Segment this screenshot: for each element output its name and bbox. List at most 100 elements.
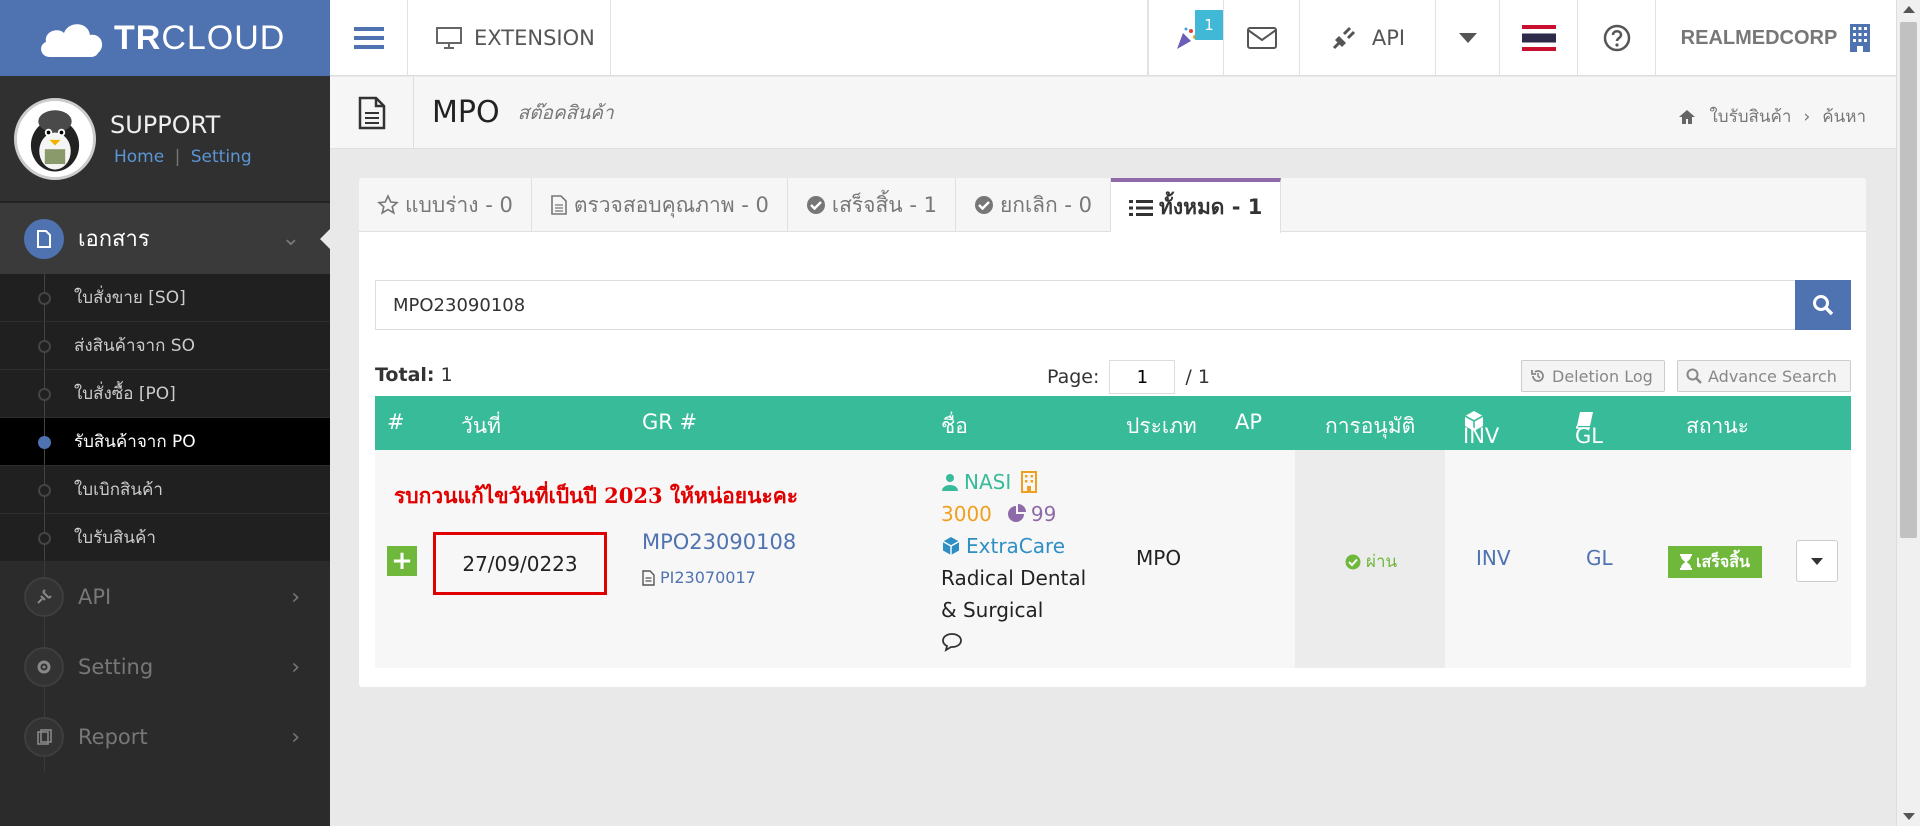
chevron-right-icon: › — [291, 654, 300, 680]
user-name: SUPPORT — [110, 110, 221, 139]
scroll-up-icon[interactable] — [1903, 6, 1915, 13]
pagination: Page: / 1 — [1047, 360, 1210, 394]
dropdown-button[interactable] — [1436, 0, 1500, 76]
advance-search-button[interactable]: Advance Search — [1677, 360, 1851, 392]
tab-cancelled[interactable]: ยกเลิก - 0 — [956, 178, 1112, 232]
annotation-note: รบกวนแก้ไขวันที่เป็นปี 2023 ให้หน่อยนะคะ — [394, 483, 799, 508]
home-icon[interactable] — [1678, 109, 1696, 125]
search-icon — [1813, 295, 1834, 316]
extension-label: EXTENSION — [474, 26, 595, 50]
tab-draft[interactable]: แบบร่าง - 0 — [359, 178, 532, 232]
gr-number-link[interactable]: MPO23090108 — [642, 530, 796, 554]
search-button[interactable] — [1795, 280, 1851, 330]
notification-badge: 1 — [1195, 10, 1223, 40]
monitor-icon — [436, 27, 462, 49]
results-table: # วันที่ GR # ชื่อ ประเภท AP การอนุมัติ … — [375, 396, 1851, 668]
page-title: MPO — [432, 95, 500, 130]
page-input[interactable] — [1109, 360, 1176, 394]
col-gr[interactable]: GR # — [642, 410, 697, 434]
api-label: API — [1371, 26, 1406, 50]
supplier-code[interactable]: NASI — [964, 470, 1011, 494]
page-scrollbar[interactable] — [1896, 0, 1920, 826]
history-icon — [1531, 370, 1544, 382]
status-tabs: แบบร่าง - 0 ตรวจสอบคุณภาพ - 0 เสร็จสิ้น … — [359, 178, 1866, 233]
inv-link[interactable]: INV — [1476, 546, 1511, 570]
pi-number-link[interactable]: PI23070017 — [642, 568, 756, 587]
supplier-name: Radical Dental & Surgical — [941, 566, 1087, 622]
scroll-down-icon[interactable] — [1903, 813, 1915, 820]
search-input[interactable] — [375, 280, 1795, 330]
thai-flag-icon — [1521, 25, 1556, 51]
building-icon — [1021, 471, 1038, 493]
comment-icon[interactable] — [941, 632, 963, 652]
notification-button[interactable]: 1 — [1148, 0, 1224, 76]
help-button[interactable] — [1578, 0, 1656, 76]
approval-status: ผ่าน — [1345, 548, 1397, 575]
chevron-right-icon: › — [291, 724, 300, 750]
language-button[interactable] — [1500, 0, 1578, 76]
cube-icon — [942, 537, 960, 555]
user-icon — [942, 474, 958, 491]
sidebar-subitem-po[interactable]: ใบสั่งซื้อ [PO] — [0, 370, 330, 418]
sidebar-subitem-requisition[interactable]: ใบเบิกสินค้า — [0, 466, 330, 514]
expand-row-button[interactable]: + — [387, 546, 417, 576]
mail-button[interactable] — [1224, 0, 1300, 76]
company-menu[interactable]: REALMEDCORP — [1656, 0, 1896, 76]
list-icon — [1129, 199, 1154, 216]
chevron-down-icon: ⌄ — [281, 226, 300, 251]
tab-all[interactable]: ทั้งหมด - 1 — [1111, 178, 1282, 233]
sidebar-item-setting[interactable]: Setting › — [0, 632, 330, 702]
avatar[interactable] — [14, 97, 96, 180]
col-name[interactable]: ชื่อ — [941, 410, 968, 443]
search-bar — [375, 280, 1851, 330]
row-actions-button[interactable] — [1796, 540, 1838, 582]
col-date[interactable]: วันที่ — [461, 410, 501, 443]
gear-icon — [24, 647, 64, 687]
envelope-icon — [1246, 27, 1277, 49]
brand-name[interactable]: ExtraCare — [966, 534, 1065, 558]
tab-completed[interactable]: เสร็จสิ้น - 1 — [788, 178, 956, 232]
scroll-thumb[interactable] — [1900, 22, 1917, 538]
gl-link[interactable]: GL — [1586, 546, 1613, 570]
status-badge: เสร็จสิ้น — [1668, 546, 1762, 578]
api-button[interactable]: API — [1300, 0, 1436, 76]
check-circle-icon — [1345, 554, 1361, 569]
sidebar-item-api[interactable]: API › — [0, 562, 330, 632]
page-subtitle: สต๊อคสินค้า — [517, 101, 614, 124]
home-link[interactable]: Home — [114, 147, 164, 167]
col-approval: การอนุมัติ — [1325, 414, 1416, 438]
search-icon — [1686, 368, 1702, 384]
sidebar-subitem-so[interactable]: ใบสั่งขาย [SO] — [0, 274, 330, 322]
sidebar-item-documents[interactable]: เอกสาร ⌄ — [0, 202, 330, 274]
report-icon — [24, 717, 64, 757]
extension-button[interactable]: EXTENSION — [408, 0, 611, 76]
listing-toolbar: Total: 1 Page: / 1 Deletion Log Advance … — [375, 360, 1851, 394]
breadcrumb: ใบรับสินค้า › ค้นหา — [1678, 103, 1866, 130]
setting-link[interactable]: Setting — [191, 147, 252, 167]
menu-toggle-button[interactable] — [330, 0, 408, 76]
question-icon — [1603, 24, 1630, 52]
link-separator: | — [174, 146, 181, 167]
top-bar: EXTENSION 1 API REALMEDCORP — [330, 0, 1896, 76]
tab-quality-check[interactable]: ตรวจสอบคุณภาพ - 0 — [532, 178, 788, 232]
brand-logo[interactable]: TRCLOUD — [0, 0, 330, 76]
page-header: MPO สต๊อคสินค้า ใบรับสินค้า › ค้นหา — [330, 76, 1896, 149]
plug-icon — [24, 577, 64, 617]
pie-chart-icon — [1007, 504, 1026, 522]
breadcrumb-item[interactable]: ใบรับสินค้า — [1710, 103, 1792, 130]
plug-icon — [1332, 26, 1355, 50]
sidebar-subitem-goods-receipt[interactable]: ใบรับสินค้า — [0, 514, 330, 562]
table-row: รบกวนแก้ไขวันที่เป็นปี 2023 ให้หน่อยนะคะ… — [375, 450, 1851, 668]
check-circle-icon — [974, 196, 993, 214]
sidebar-item-report[interactable]: Report › — [0, 702, 330, 772]
hourglass-icon — [1680, 554, 1693, 570]
col-type[interactable]: ประเภท — [1126, 410, 1197, 443]
deletion-log-button[interactable]: Deletion Log — [1521, 360, 1665, 392]
company-name: REALMEDCORP — [1680, 26, 1838, 49]
check-circle-icon — [806, 196, 825, 214]
sidebar-subitem-receive-po[interactable]: รับสินค้าจาก PO — [0, 418, 330, 466]
sidebar-subitem-ship-so[interactable]: ส่งสินค้าจาก SO — [0, 322, 330, 370]
hamburger-icon — [353, 27, 384, 49]
document-icon — [24, 218, 64, 259]
sidebar-item-label: เอกสาร — [78, 227, 150, 252]
